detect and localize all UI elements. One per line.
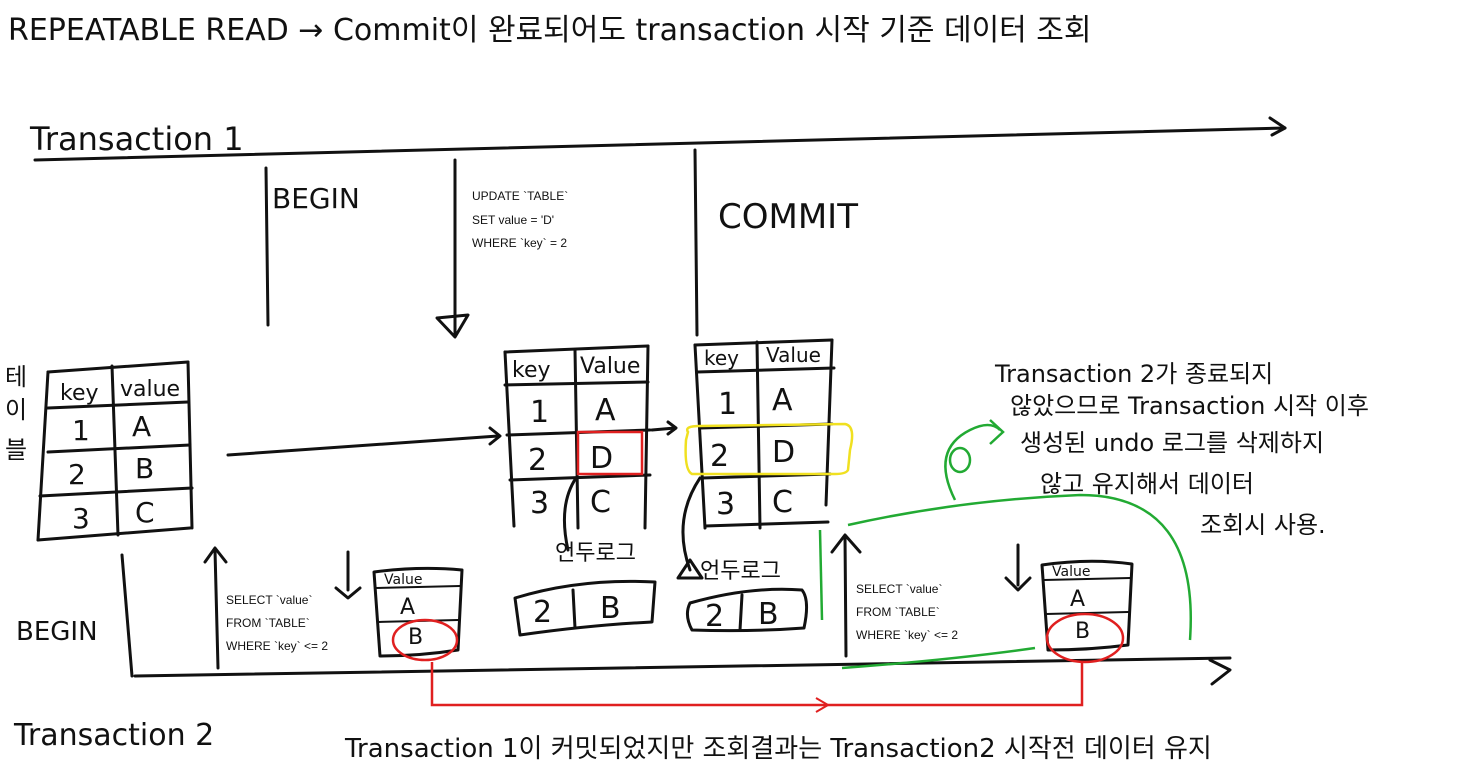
t1-commit-label: COMMIT	[718, 197, 858, 237]
diagram-title: REPEATABLE READ → Commit이 완료되어도 transact…	[8, 13, 1092, 48]
update-sql: UPDATE `TABLE` SET value = 'D' WHERE `ke…	[472, 189, 568, 250]
note-line-5: 조회시 사용.	[1200, 511, 1326, 539]
committed-table-key-1: 1	[718, 387, 737, 422]
table-side-label-1: 테	[5, 363, 27, 391]
transaction-2-arrowhead	[1208, 658, 1232, 686]
result-2-header: Value	[1052, 564, 1090, 580]
transaction-2-label: Transaction 2	[13, 718, 214, 753]
select-sql-2-line-1: SELECT `value`	[856, 582, 942, 596]
t2-begin-label: BEGIN	[16, 617, 98, 647]
undo-log-label-2: 언두로그	[700, 559, 781, 584]
note-line-4: 않고 유지해서 데이터	[1040, 470, 1254, 498]
undo-log-1: 2 B	[513, 579, 657, 637]
initial-table: key value 1 A 2 B 3 C	[36, 360, 194, 542]
t1-begin-marker	[264, 166, 270, 327]
committed-table: key Value 1 A 2 D 3 C	[684, 338, 854, 530]
result-1-row-1: A	[400, 595, 415, 620]
updated-table-header-value: Value	[580, 354, 640, 379]
result-1-header: Value	[384, 572, 422, 588]
transaction-2-timeline	[133, 656, 1232, 678]
green-divider	[818, 529, 824, 621]
transaction-1-label: Transaction 1	[29, 120, 244, 158]
committed-table-key-3: 3	[716, 487, 735, 522]
undo-log-label-1: 언두로그	[555, 541, 636, 566]
update-sql-line-3: WHERE `key` = 2	[472, 236, 567, 250]
updated-table-value-2: D	[590, 441, 613, 476]
committed-table-value-1: A	[772, 383, 793, 418]
note-line-1: Transaction 2가 종료되지	[994, 360, 1273, 388]
undo-connector-2	[681, 476, 702, 572]
select-sql-2-line-2: FROM `TABLE`	[856, 605, 940, 619]
select-sql-2: SELECT `value` FROM `TABLE` WHERE `key` …	[856, 582, 958, 642]
explanation-note: Transaction 2가 종료되지 않았으므로 Transaction 시작…	[994, 360, 1369, 539]
initial-table-key-3: 3	[72, 502, 90, 535]
undo-log-2-value: B	[758, 597, 779, 632]
result-2-row-2: B	[1075, 619, 1090, 644]
initial-table-header-key: key	[60, 381, 99, 406]
result-2-table: Value A B	[1040, 559, 1134, 664]
select-sql-1-line-3: WHERE `key` <= 2	[226, 639, 328, 653]
initial-table-value-1: A	[132, 410, 151, 443]
diagram-canvas: REPEATABLE READ → Commit이 완료되어도 transact…	[5, 13, 1369, 764]
green-note-loop	[948, 446, 972, 474]
select-sql-2-line-3: WHERE `key` <= 2	[856, 628, 958, 642]
note-line-2: 않았으므로 Transaction 시작 이후	[1010, 392, 1369, 420]
table-side-label-2: 이	[5, 396, 27, 424]
undo-log-1-key: 2	[533, 595, 552, 630]
update-arrowhead	[435, 313, 470, 339]
select-sql-1-line-1: SELECT `value`	[226, 593, 312, 607]
select-sql-1: SELECT `value` FROM `TABLE` WHERE `key` …	[226, 593, 328, 653]
updated-table-key-1: 1	[530, 395, 549, 430]
result-2-row-1: A	[1070, 587, 1085, 612]
update-sql-line-1: UPDATE `TABLE`	[472, 189, 568, 203]
initial-table-value-3: C	[135, 496, 155, 529]
updated-table-value-3: C	[590, 485, 611, 520]
committed-table-value-3: C	[772, 485, 793, 520]
select-2-arrow-line	[843, 534, 848, 658]
undo-connector-1	[562, 476, 578, 552]
committed-table-key-2: 2	[710, 439, 729, 474]
t2-begin-marker	[120, 553, 134, 678]
green-note-pointer	[944, 423, 1001, 501]
updated-table-value-1: A	[595, 393, 616, 428]
transaction-1-arrowhead	[1268, 116, 1287, 137]
green-note-arrowhead	[989, 419, 1005, 445]
result-1-row-2: B	[408, 625, 423, 650]
updated-table-key-2: 2	[528, 443, 547, 478]
table-flow-arrow	[226, 434, 500, 457]
initial-table-header-value: value	[120, 377, 180, 402]
select-1-arrow-line	[213, 548, 220, 670]
updated-table-key-3: 3	[530, 486, 549, 521]
undo-log-1-value: B	[600, 591, 621, 626]
table-side-label-3: 블	[5, 436, 27, 464]
t1-commit-marker	[693, 148, 699, 337]
committed-table-header-key: key	[704, 346, 739, 370]
bottom-note: Transaction 1이 커밋되었지만 조회결과는 Transaction2…	[344, 734, 1212, 764]
select-sql-1-line-2: FROM `TABLE`	[226, 616, 310, 630]
undo-log-2-key: 2	[705, 599, 724, 634]
result-1-table: Value A B	[372, 566, 464, 662]
update-sql-line-2: SET value = 'D'	[472, 213, 554, 227]
initial-table-key-2: 2	[68, 458, 86, 491]
table-side-label: 테 이 블	[5, 363, 27, 464]
green-underline	[841, 646, 1036, 670]
t1-begin-label: BEGIN	[272, 182, 360, 215]
undo-log-2: 2 B	[685, 587, 809, 634]
committed-table-header-value: Value	[766, 343, 821, 367]
initial-table-value-2: B	[135, 452, 154, 485]
note-line-3: 생성된 undo 로그를 삭제하지	[1020, 429, 1324, 457]
updated-table: key Value 1 A 2 D 3 C	[503, 344, 652, 530]
committed-table-value-2: D	[772, 435, 795, 470]
updated-table-header-key: key	[512, 358, 551, 383]
initial-table-key-1: 1	[72, 414, 90, 447]
